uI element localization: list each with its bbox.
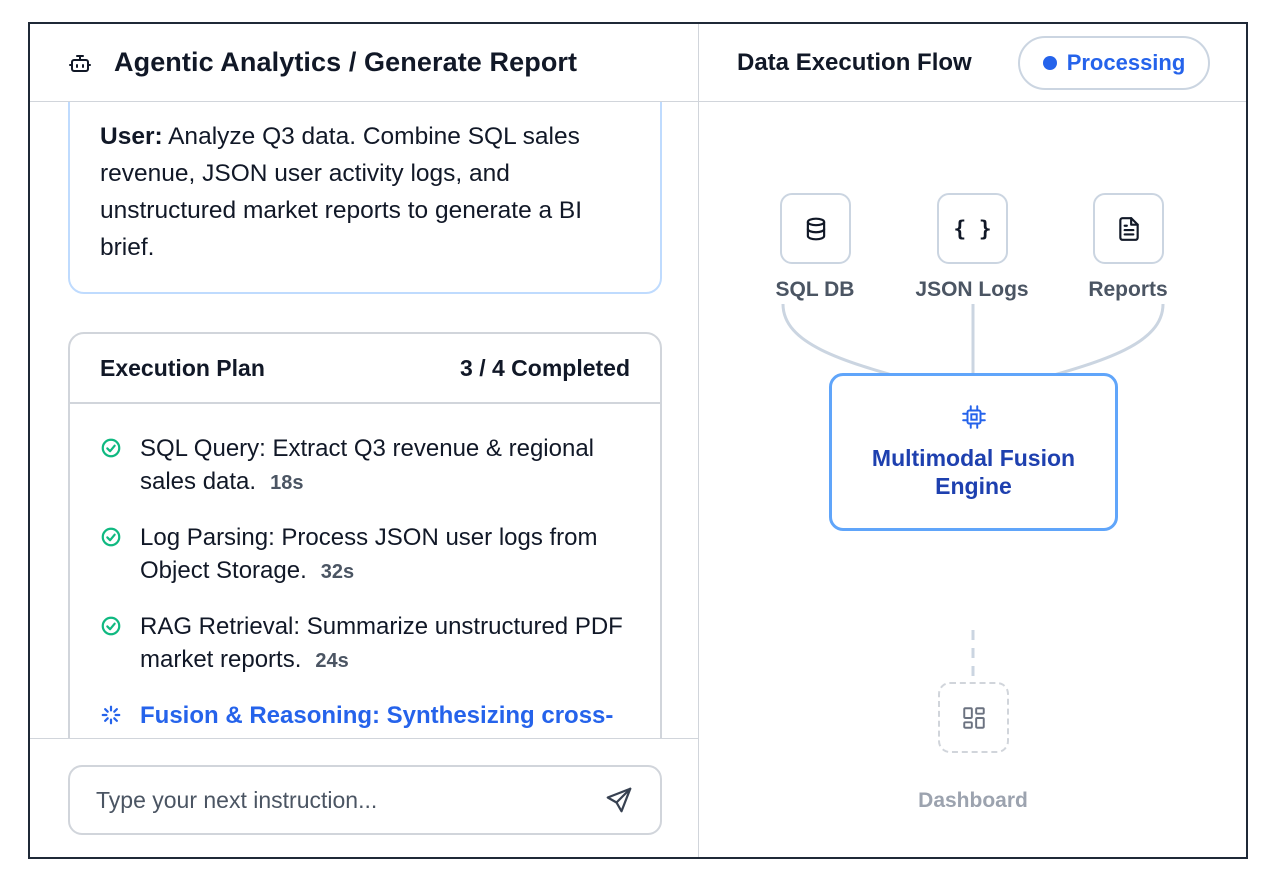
plan-progress: 3 / 4 Completed bbox=[460, 354, 630, 381]
flow-header: Data Execution Flow Processing bbox=[699, 24, 1246, 102]
plan-header: Execution Plan 3 / 4 Completed bbox=[70, 334, 660, 404]
status-text: Processing bbox=[1066, 49, 1186, 75]
chat-panel: Agentic Analytics / Generate Report User… bbox=[30, 24, 699, 857]
user-message-card: User: Analyze Q3 data. Combine SQL sales… bbox=[68, 102, 662, 294]
page-title: Agentic Analytics / Generate Report bbox=[114, 47, 578, 77]
app-window: Agentic Analytics / Generate Report User… bbox=[28, 22, 1248, 859]
output-label-dashboard: Dashboard bbox=[918, 789, 1028, 812]
step-text: RAG Retrieval: Summarize unstructured PD… bbox=[140, 613, 623, 673]
status-badge: Processing bbox=[1018, 35, 1210, 90]
document-icon bbox=[1118, 216, 1139, 241]
user-message-body: Analyze Q3 data. Combine SQL sales reven… bbox=[100, 123, 583, 261]
step-text: Fusion & Reasoning: Synthesizing cross-m… bbox=[140, 702, 614, 738]
robot-icon bbox=[69, 54, 91, 72]
check-circle-icon bbox=[101, 527, 121, 547]
loader-icon bbox=[101, 705, 121, 725]
step-text: SQL Query: Extract Q3 revenue & regional… bbox=[140, 435, 594, 495]
step-duration: 32s bbox=[320, 561, 355, 583]
fusion-engine-node[interactable]: Multimodal Fusion Engine bbox=[829, 373, 1118, 531]
source-label-reports: Reports bbox=[1088, 278, 1168, 301]
status-dot-icon bbox=[1042, 55, 1057, 70]
check-circle-icon bbox=[101, 616, 121, 636]
chat-header: Agentic Analytics / Generate Report bbox=[30, 24, 698, 102]
dashboard-icon bbox=[962, 706, 985, 729]
database-icon bbox=[806, 217, 825, 240]
step-duration: 18s bbox=[270, 472, 304, 494]
source-node-json[interactable]: { } bbox=[937, 193, 1008, 264]
source-label-sql: SQL DB bbox=[775, 278, 855, 301]
send-icon[interactable] bbox=[604, 785, 634, 815]
chat-scroll-area[interactable]: User: Analyze Q3 data. Combine SQL sales… bbox=[30, 102, 698, 738]
step-text: Log Parsing: Process JSON user logs from… bbox=[140, 524, 598, 584]
check-circle-icon bbox=[101, 438, 121, 458]
plan-step-active: Fusion & Reasoning: Synthesizing cross-m… bbox=[100, 699, 650, 738]
plan-title: Execution Plan bbox=[100, 354, 265, 381]
chip-icon bbox=[961, 405, 986, 429]
source-label-json: JSON Logs bbox=[915, 278, 1029, 301]
plan-step: Log Parsing: Process JSON user logs from… bbox=[100, 521, 650, 589]
execution-plan-card: Execution Plan 3 / 4 Completed SQL Query… bbox=[68, 332, 662, 738]
step-duration: 24s bbox=[315, 650, 349, 672]
flow-panel: Data Execution Flow Processing SQL DB { … bbox=[699, 24, 1246, 857]
plan-step: SQL Query: Extract Q3 revenue & regional… bbox=[100, 432, 650, 500]
output-node-dashboard[interactable] bbox=[938, 682, 1009, 753]
instruction-input-box[interactable] bbox=[68, 765, 662, 835]
plan-step: RAG Retrieval: Summarize unstructured PD… bbox=[100, 610, 650, 678]
source-node-reports[interactable] bbox=[1093, 193, 1164, 264]
user-prefix: User: bbox=[100, 123, 163, 150]
source-node-sql[interactable] bbox=[780, 193, 851, 264]
braces-icon: { } bbox=[953, 216, 992, 241]
flow-diagram: SQL DB { } JSON Logs Reports Multimodal … bbox=[699, 102, 1246, 857]
engine-label: Multimodal Fusion Engine bbox=[871, 445, 1076, 499]
flow-title: Data Execution Flow bbox=[737, 48, 972, 76]
user-message-text: User: Analyze Q3 data. Combine SQL sales… bbox=[100, 118, 630, 266]
composer bbox=[30, 738, 698, 857]
instruction-input[interactable] bbox=[96, 786, 604, 814]
